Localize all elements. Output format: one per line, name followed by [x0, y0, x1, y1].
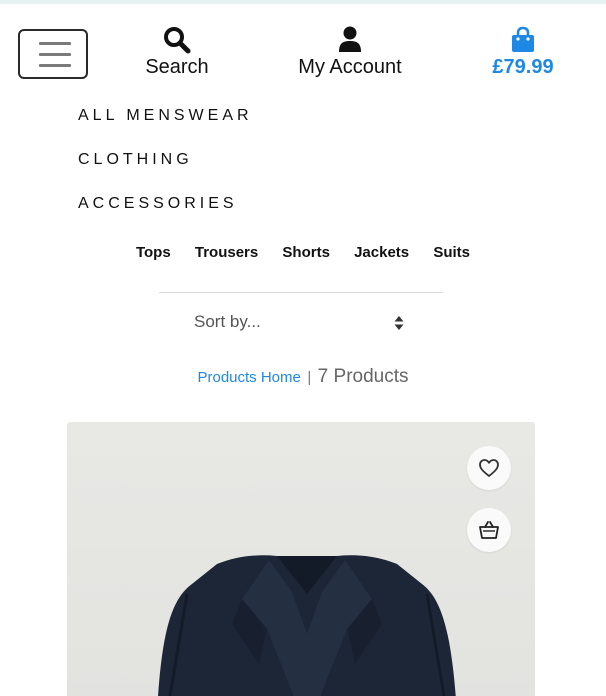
user-icon — [339, 26, 361, 52]
shopping-bag-link[interactable]: £79.99 — [478, 26, 568, 79]
breadcrumb-products-home[interactable]: Products Home — [197, 369, 300, 386]
heart-icon — [479, 459, 499, 477]
sort-select[interactable]: Sort by... — [194, 310, 410, 336]
product-count: 7 Products — [317, 366, 409, 387]
main-nav: ALL MENSWEAR CLOTHING ACCESSORIES — [78, 104, 253, 236]
subnav-link-shorts[interactable]: Shorts — [282, 244, 330, 261]
product-card[interactable] — [67, 422, 535, 696]
basket-icon — [479, 521, 499, 539]
nav-link-clothing[interactable]: CLOTHING — [78, 148, 253, 192]
product-image-jacket — [158, 555, 456, 696]
subnav-link-suits[interactable]: Suits — [433, 244, 470, 261]
sort-arrows-icon — [394, 316, 404, 330]
search-label: Search — [145, 56, 209, 78]
menu-icon-bar — [39, 53, 71, 56]
my-account-link[interactable]: My Account — [282, 26, 418, 79]
breadcrumb: Products Home | 7 Products — [0, 366, 606, 388]
menu-icon-bar — [39, 64, 71, 67]
nav-link-all-menswear[interactable]: ALL MENSWEAR — [78, 104, 253, 148]
nav-link-accessories[interactable]: ACCESSORIES — [78, 192, 253, 236]
bag-total: £79.99 — [492, 56, 554, 78]
add-to-wishlist-button[interactable] — [467, 446, 511, 490]
subnav-link-trousers[interactable]: Trousers — [195, 244, 258, 261]
menu-toggle-button[interactable] — [18, 29, 88, 79]
category-subnav: Tops Trousers Shorts Jackets Suits — [0, 244, 606, 261]
shopping-bag-icon — [512, 26, 534, 52]
add-to-basket-button[interactable] — [467, 508, 511, 552]
subnav-link-tops[interactable]: Tops — [136, 244, 171, 261]
menu-icon-bar — [39, 42, 71, 45]
search-icon — [164, 27, 191, 54]
site-header: Search My Account £79.99 — [0, 4, 606, 92]
my-account-label: My Account — [298, 56, 402, 78]
sort-selected-value: Sort by... — [194, 312, 261, 331]
search-link[interactable]: Search — [132, 26, 222, 79]
divider — [159, 292, 443, 293]
subnav-link-jackets[interactable]: Jackets — [354, 244, 409, 261]
page: Search My Account £79.99 ALL MENSWEAR CL… — [0, 0, 606, 696]
breadcrumb-separator: | — [307, 369, 312, 386]
